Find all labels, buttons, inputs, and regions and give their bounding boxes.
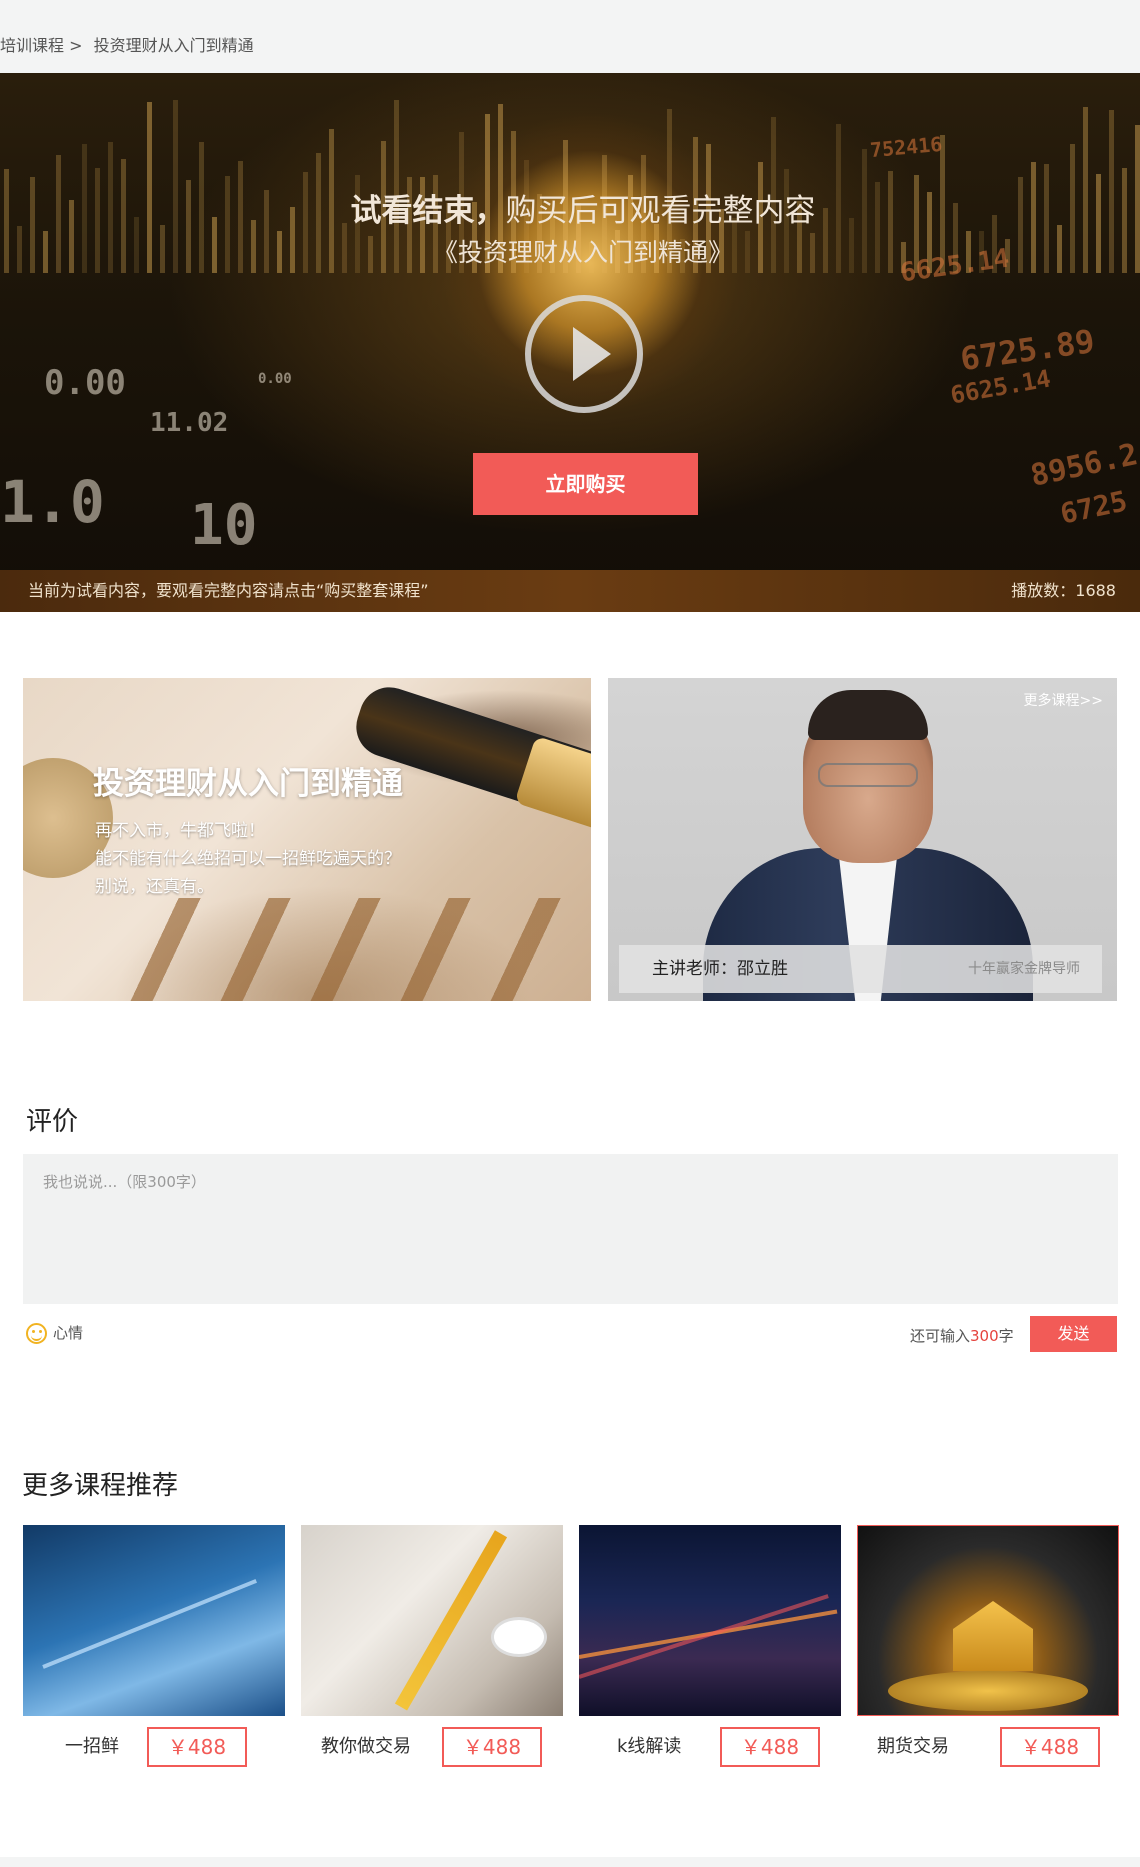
breadcrumb-parent-link[interactable]: 培训课程 > (0, 36, 83, 55)
recommend-item-name[interactable]: 教你做交易 (321, 1732, 411, 1758)
video-course-title: 《投资理财从入门到精通》 (432, 238, 733, 267)
course-thumbnail[interactable] (579, 1525, 841, 1716)
bg-number: 1.0 (0, 468, 105, 536)
arrow-decoration (394, 1530, 508, 1711)
price-button[interactable]: ￥488 (1000, 1727, 1100, 1767)
play-icon[interactable] (525, 295, 643, 413)
teacher-photo-hair (808, 690, 928, 740)
recommend-item-name[interactable]: 期货交易 (877, 1732, 949, 1758)
bg-number: 10 (190, 493, 258, 558)
bg-number: 0.00 (258, 371, 292, 387)
recommend-item-name[interactable]: 一招鲜 (65, 1732, 119, 1758)
cup-image (491, 1617, 547, 1657)
price-button[interactable]: ￥488 (147, 1727, 247, 1767)
breadcrumb-current: 投资理财从入门到精通 (93, 36, 254, 55)
bg-number: 6725 (1057, 484, 1131, 531)
bg-number: 0.00 (44, 363, 126, 403)
house-image (953, 1601, 1033, 1671)
smile-icon (26, 1323, 47, 1344)
trial-ended-bold: 试看结束， (350, 193, 506, 229)
trial-ended-title: 试看结束，购买后可观看完整内容 (0, 185, 1140, 230)
teacher-card: 更多课程>> 主讲老师：邵立胜 十年赢家金牌导师 (608, 678, 1117, 1001)
mood-button[interactable]: 心情 (26, 1322, 83, 1344)
breadcrumb: 培训课程 > 投资理财从入门到精通 (0, 0, 1140, 73)
teacher-subtitle: 十年赢家金牌导师 (968, 961, 1080, 977)
teacher-photo-glasses (818, 763, 918, 787)
bg-number: 11.02 (150, 408, 229, 438)
buy-now-button[interactable]: 立即购买 (473, 453, 698, 515)
course-tagline: 能不能有什么绝招可以一招鲜吃遍天的？ (95, 849, 401, 869)
video-player[interactable]: 0.00 11.02 1.0 10 0.00 6725.89 6625.14 8… (0, 73, 1140, 612)
video-info-bar: 当前为试看内容，要观看完整内容请点击“购买整套课程” 播放数：1688 (0, 570, 1140, 612)
abacus-image (87, 898, 591, 1001)
course-tagline: 别说，还真有。 (95, 877, 214, 897)
teacher-label: 主讲老师：邵立胜 十年赢家金牌导师 (619, 945, 1102, 993)
review-title: 评价 (26, 1107, 79, 1137)
recommend-item[interactable]: k线解读 ￥488 (579, 1525, 841, 1767)
recommend-item[interactable]: 教你做交易 ￥488 (301, 1525, 563, 1767)
course-thumbnail[interactable] (857, 1525, 1119, 1716)
remain-suffix: 字 (998, 1327, 1014, 1345)
course-thumbnail[interactable] (301, 1525, 563, 1716)
price-button[interactable]: ￥488 (720, 1727, 820, 1767)
send-button[interactable]: 发送 (1030, 1316, 1117, 1352)
chart-line-decoration (42, 1578, 258, 1669)
recommend-item[interactable]: 一招鲜 ￥488 (23, 1525, 285, 1767)
teacher-name: 主讲老师：邵立胜 (652, 959, 788, 979)
mood-label: 心情 (53, 1324, 84, 1342)
remain-count: 300 (970, 1327, 999, 1345)
trial-notice: 当前为试看内容，要观看完整内容请点击“购买整套课程” (28, 581, 429, 600)
price-button[interactable]: ￥488 (442, 1727, 542, 1767)
course-tagline: 再不入市，牛都飞啦！ (95, 821, 265, 841)
coins-image (888, 1671, 1088, 1711)
chart-line-decoration (579, 1594, 829, 1679)
remain-prefix: 还可输入 (910, 1327, 971, 1345)
footer-strip (0, 1857, 1140, 1867)
recommend-item[interactable]: 期货交易 ￥488 (857, 1525, 1119, 1767)
recommend-title: 更多课程推荐 (22, 1471, 179, 1501)
course-intro-card: 投资理财从入门到精通 再不入市，牛都飞啦！ 能不能有什么绝招可以一招鲜吃遍天的？… (23, 678, 591, 1001)
course-thumbnail[interactable] (23, 1525, 285, 1716)
recommend-item-name[interactable]: k线解读 (617, 1732, 681, 1758)
play-count: 播放数：1688 (1011, 581, 1116, 600)
review-input[interactable] (23, 1154, 1118, 1304)
more-courses-link[interactable]: 更多课程>> (1024, 690, 1103, 710)
char-remaining: 还可输入300字 (910, 1325, 1014, 1346)
trial-ended-rest: 购买后可观看完整内容 (505, 193, 816, 229)
course-title: 投资理财从入门到精通 (93, 766, 403, 802)
